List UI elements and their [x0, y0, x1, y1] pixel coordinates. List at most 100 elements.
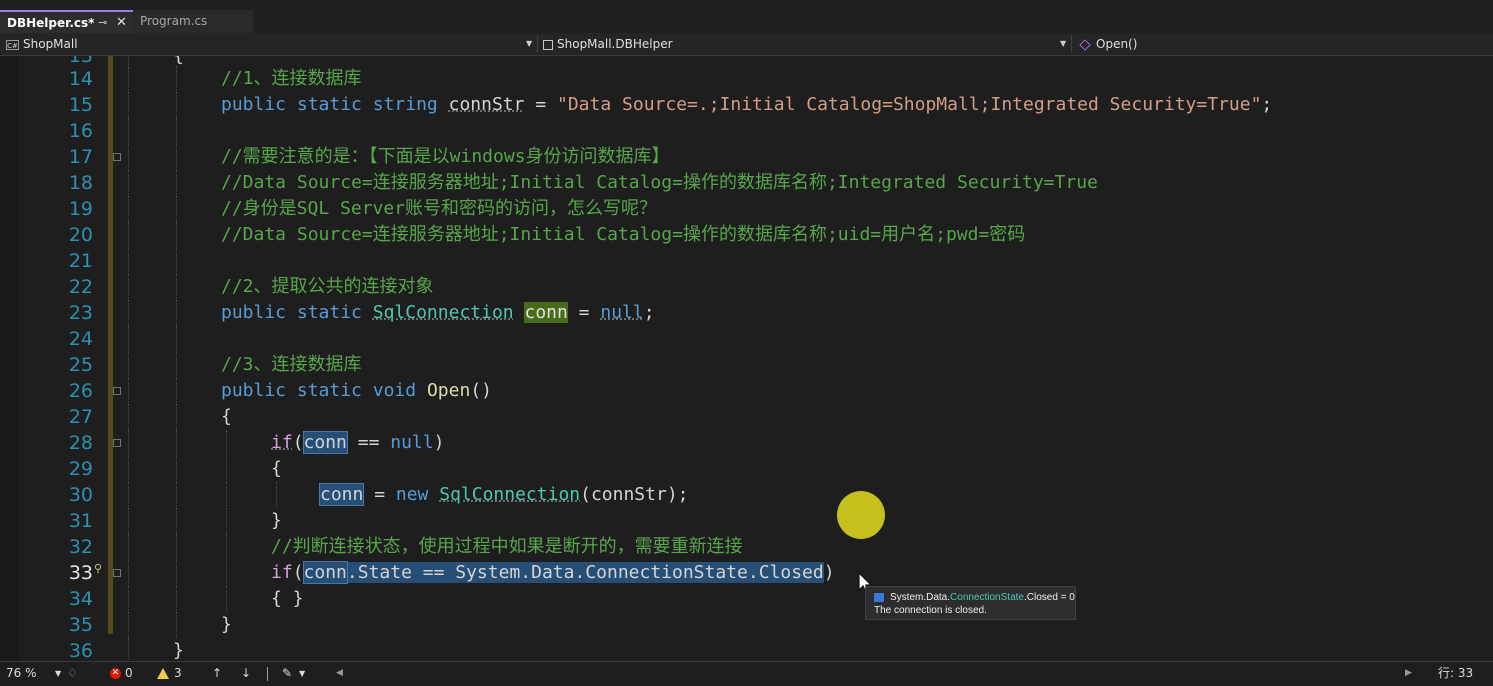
- scroll-right-icon[interactable]: ▶: [1405, 662, 1412, 685]
- line-number: 17: [68, 146, 93, 168]
- code-line: 30 conn = new SqlConnection(connStr);: [0, 482, 1493, 508]
- collapse-icon[interactable]: [113, 439, 121, 447]
- tab-bar: DBHelper.cs* ⊸ ✕ Program.cs: [0, 0, 1493, 33]
- code-line: 35 }: [0, 612, 1493, 638]
- line-number: 29: [68, 458, 93, 480]
- code-cleanup-icon[interactable]: ✎: [282, 662, 292, 685]
- chevron-down-icon[interactable]: ▼: [526, 33, 532, 55]
- code-line: 18 //Data Source=连接服务器地址;Initial Catalog…: [0, 170, 1493, 196]
- pin-icon[interactable]: ⊸: [98, 12, 107, 34]
- tooltip-description: The connection is closed.: [874, 605, 987, 616]
- class-icon: [543, 39, 553, 50]
- tab-label: DBHelper.cs*: [7, 16, 95, 30]
- line-number: 21: [68, 250, 93, 272]
- code-text: conn = new SqlConnection(connStr);: [318, 483, 689, 506]
- method-icon: [1079, 38, 1091, 51]
- code-text: public static void Open(): [221, 380, 492, 401]
- collapse-icon[interactable]: [113, 153, 121, 161]
- field-conn-definition: conn: [524, 302, 568, 323]
- conn-reference: conn: [302, 431, 348, 454]
- collapse-icon[interactable]: [113, 387, 121, 395]
- line-number: 25: [68, 354, 93, 376]
- connection-string: "Data Source=.;Initial Catalog=ShopMall;…: [557, 94, 1262, 115]
- code-line: 27 {: [0, 404, 1493, 430]
- line-number: 23: [68, 302, 93, 324]
- code-text: }: [271, 510, 282, 531]
- collapse-icon[interactable]: [113, 569, 121, 577]
- warning-icon: [157, 668, 169, 679]
- chevron-down-icon[interactable]: ▼: [299, 662, 305, 685]
- code-text: {: [221, 406, 232, 427]
- code-line: 26 public static void Open(): [0, 378, 1493, 404]
- tooltip-signature: System.Data.ConnectionState.Closed = 0: [890, 592, 1075, 603]
- code-line-current: 33 ⚲ if(conn.State == System.Data.Connec…: [0, 560, 1493, 586]
- close-icon[interactable]: ✕: [116, 12, 127, 34]
- line-number: 33: [68, 562, 93, 584]
- code-text: }: [221, 614, 232, 635]
- enum-member-icon: [874, 593, 884, 602]
- lightbulb-icon[interactable]: ⚲: [94, 562, 102, 575]
- line-number: 26: [68, 380, 93, 402]
- cursor-position: 行: 33: [1438, 666, 1474, 680]
- code-line: 29 {: [0, 456, 1493, 482]
- line-number: 36: [68, 640, 93, 661]
- next-issue-button[interactable]: ↓: [241, 662, 251, 685]
- comment: //Data Source=连接服务器地址;Initial Catalog=操作…: [221, 224, 1026, 245]
- comment: //1、连接数据库: [221, 68, 362, 89]
- conn-reference: conn: [302, 561, 348, 584]
- comment: //2、提取公共的连接对象: [221, 276, 434, 297]
- member-label: Open(): [1096, 37, 1138, 51]
- code-text: {: [271, 458, 282, 479]
- code-line: 24: [0, 326, 1493, 352]
- line-number: 15: [68, 94, 93, 116]
- code-line: 23 public static SqlConnection conn = nu…: [0, 300, 1493, 326]
- comment: //身份是SQL Server账号和密码的访问，怎么写呢？: [221, 198, 658, 219]
- selected-text: .State == System.Data.ConnectionState.Cl…: [346, 562, 824, 583]
- code-line: 36 }: [0, 638, 1493, 661]
- line-number: 27: [68, 406, 93, 428]
- field-connstr: connStr: [448, 94, 525, 115]
- line-number: 19: [68, 198, 93, 220]
- code-text: public static string connStr = "Data Sou…: [221, 94, 1273, 115]
- code-line: 34 { }: [0, 586, 1493, 612]
- code-line: 14 //1、连接数据库: [0, 66, 1493, 92]
- line-number: 34: [68, 588, 93, 610]
- code-text: public static SqlConnection conn = null;: [221, 302, 655, 323]
- line-number: 14: [68, 68, 93, 90]
- error-icon: ✕: [110, 668, 121, 679]
- warning-count[interactable]: 3: [157, 662, 182, 685]
- divider: [537, 36, 538, 52]
- project-dropdown[interactable]: C# ShopMall: [6, 33, 536, 55]
- line-number: 35: [68, 614, 93, 636]
- code-line: 22 //2、提取公共的连接对象: [0, 274, 1493, 300]
- code-line: 17 //需要注意的是：【下面是以windows身份访问数据库】: [0, 144, 1493, 170]
- class-dropdown[interactable]: ShopMall.DBHelper: [543, 33, 1068, 55]
- line-number: 18: [68, 172, 93, 194]
- line-number: 16: [68, 120, 93, 142]
- tab-dbhelper[interactable]: DBHelper.cs* ⊸ ✕: [0, 10, 133, 33]
- code-text: { }: [271, 588, 304, 609]
- chevron-down-icon[interactable]: ▼: [1060, 33, 1066, 55]
- tab-program[interactable]: Program.cs: [133, 10, 253, 33]
- code-line: 15 public static string connStr = "Data …: [0, 92, 1493, 118]
- csharp-project-icon: C#: [6, 39, 19, 50]
- comment: //判断连接状态，使用过程中如果是断开的，需要重新连接: [271, 536, 743, 557]
- code-line: 20 //Data Source=连接服务器地址;Initial Catalog…: [0, 222, 1493, 248]
- intellicode-icon[interactable]: ♢: [67, 662, 78, 685]
- code-line: 21: [0, 248, 1493, 274]
- member-dropdown[interactable]: Open(): [1079, 33, 1480, 55]
- code-editor[interactable]: 13 { 14 //1、连接数据库 15 public static strin…: [0, 56, 1493, 661]
- line-number: 32: [68, 536, 93, 558]
- class-label: ShopMall.DBHelper: [557, 37, 673, 51]
- previous-issue-button[interactable]: ↑: [212, 662, 222, 685]
- quick-info-tooltip: System.Data.ConnectionState.Closed = 0 T…: [865, 586, 1076, 620]
- zoom-level[interactable]: 76 %: [6, 662, 37, 685]
- scroll-left-icon[interactable]: ◀: [336, 662, 343, 685]
- line-number: 31: [68, 510, 93, 532]
- chevron-down-icon[interactable]: ▼: [55, 662, 61, 685]
- line-number: 24: [68, 328, 93, 350]
- error-count[interactable]: ✕ 0: [110, 662, 133, 685]
- code-text: if(conn.State == System.Data.ConnectionS…: [271, 561, 835, 584]
- comment: //需要注意的是：【下面是以windows身份访问数据库】: [221, 146, 670, 167]
- method-open: Open: [426, 380, 471, 401]
